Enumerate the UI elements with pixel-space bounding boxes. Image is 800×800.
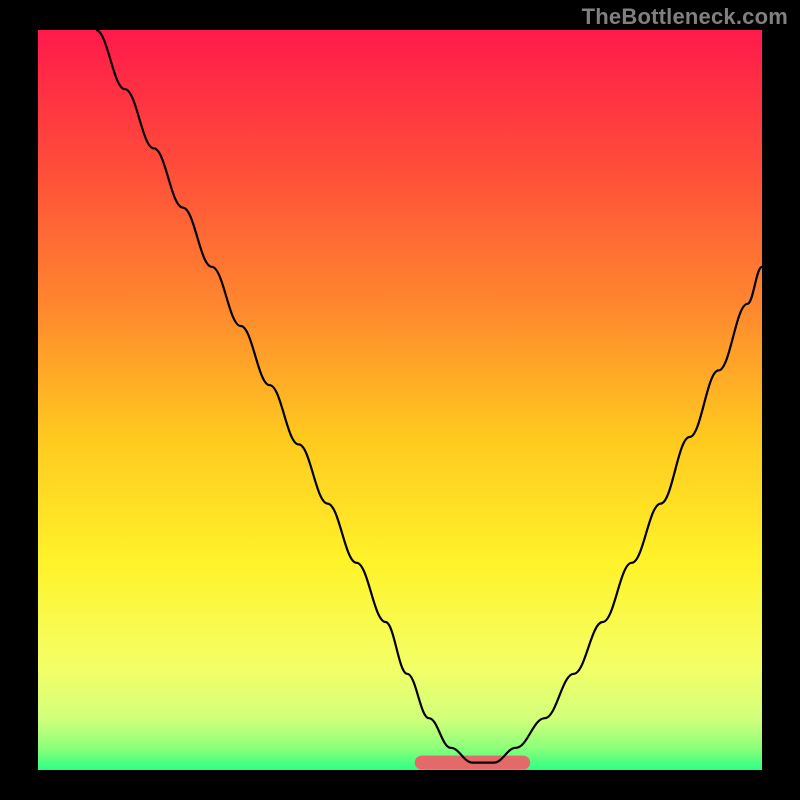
chart-frame: TheBottleneck.com [0,0,800,800]
chart-svg [38,30,762,770]
plot-area [38,30,762,770]
watermark-text: TheBottleneck.com [582,4,788,30]
